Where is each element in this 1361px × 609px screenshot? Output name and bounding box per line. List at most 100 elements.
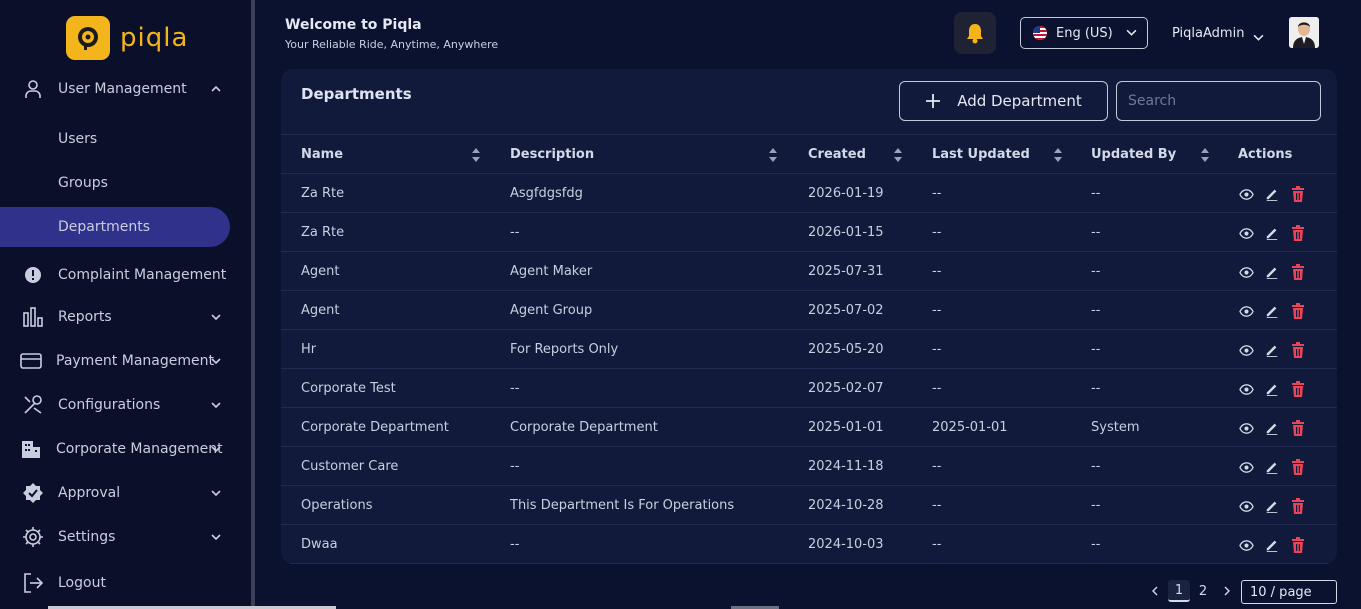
trash-icon[interactable] (1290, 264, 1306, 280)
nav-label: Settings (58, 529, 116, 545)
cell-name: Dwaa (301, 537, 338, 552)
trash-icon[interactable] (1290, 537, 1306, 553)
eye-icon[interactable] (1238, 459, 1254, 475)
badge-check-icon (22, 482, 44, 504)
avatar[interactable] (1289, 17, 1319, 48)
next-page-button[interactable] (1216, 580, 1238, 602)
eye-icon[interactable] (1238, 498, 1254, 514)
trash-icon[interactable] (1290, 498, 1306, 514)
nav-payment-management[interactable]: Payment Management (0, 343, 252, 379)
sidebar-item-users[interactable]: Users (0, 119, 230, 159)
column-header-description[interactable]: Description (510, 135, 594, 174)
page-2-button[interactable]: 2 (1192, 580, 1214, 602)
cell-name: Customer Care (301, 459, 399, 474)
trash-icon[interactable] (1290, 186, 1306, 202)
add-department-button[interactable]: Add Department (899, 81, 1108, 121)
page-size-select[interactable]: 10 / page (1241, 580, 1337, 604)
nav-settings[interactable]: Settings (0, 519, 252, 555)
cell-last-updated: -- (932, 537, 942, 552)
eye-icon[interactable] (1238, 264, 1254, 280)
nav-configurations[interactable]: Configurations (0, 387, 252, 423)
table-row: Za Rte -- 2026-01-15 -- -- (281, 213, 1337, 252)
trash-icon[interactable] (1290, 420, 1306, 436)
cell-updated-by: -- (1091, 186, 1101, 201)
cell-last-updated: -- (932, 498, 942, 513)
cell-description: -- (510, 459, 520, 474)
eye-icon[interactable] (1238, 303, 1254, 319)
chevron-left-icon (1152, 586, 1158, 596)
eye-icon[interactable] (1238, 186, 1254, 202)
cell-description: -- (510, 225, 520, 240)
sort-icon[interactable] (1200, 147, 1210, 163)
eye-icon[interactable] (1238, 537, 1254, 553)
cell-last-updated: -- (932, 225, 942, 240)
cell-last-updated: -- (932, 186, 942, 201)
logout-icon (22, 572, 44, 594)
trash-icon[interactable] (1290, 303, 1306, 319)
sidebar-item-departments[interactable]: Departments (0, 207, 230, 247)
sort-icon[interactable] (1053, 147, 1063, 163)
nav-reports[interactable]: Reports (0, 299, 252, 335)
cell-name: Za Rte (301, 186, 345, 201)
table-row: Corporate Department Corporate Department… (281, 408, 1337, 447)
pencil-icon[interactable] (1264, 498, 1280, 514)
trash-icon[interactable] (1290, 225, 1306, 241)
eye-icon[interactable] (1238, 381, 1254, 397)
language-select[interactable]: Eng (US) (1020, 17, 1148, 49)
pencil-icon[interactable] (1264, 342, 1280, 358)
nav-label: Complaint Management (58, 267, 227, 283)
trash-icon[interactable] (1290, 459, 1306, 475)
nav-approval[interactable]: Approval (0, 475, 252, 511)
search-input[interactable] (1116, 81, 1321, 121)
page-1-button[interactable]: 1 (1168, 580, 1190, 602)
sort-icon[interactable] (893, 147, 903, 163)
prev-page-button[interactable] (1144, 580, 1166, 602)
cell-created: 2026-01-19 (808, 186, 884, 201)
pencil-icon[interactable] (1264, 303, 1280, 319)
column-header-actions: Actions (1238, 147, 1293, 162)
trash-icon[interactable] (1290, 381, 1306, 397)
sidebar-item-groups[interactable]: Groups (0, 163, 230, 203)
column-header-created[interactable]: Created (808, 135, 866, 174)
cell-updated-by: -- (1091, 498, 1101, 513)
cell-description: Agent Group (510, 303, 593, 318)
nav-corporate-management[interactable]: Corporate Management (0, 431, 252, 467)
table-header: Name Description Created Last Updated Up… (281, 134, 1337, 174)
nav-user-management[interactable]: User Management (0, 71, 252, 107)
column-header-name[interactable]: Name (301, 135, 343, 174)
column-header-last-updated[interactable]: Last Updated (932, 135, 1030, 174)
cell-created: 2025-07-31 (808, 264, 884, 279)
eye-icon[interactable] (1238, 420, 1254, 436)
eye-icon[interactable] (1238, 225, 1254, 241)
nav-logout[interactable]: Logout (0, 565, 252, 601)
gear-icon (22, 526, 44, 548)
pencil-icon[interactable] (1264, 381, 1280, 397)
user-menu[interactable]: PiqlaAdmin (1172, 26, 1244, 41)
trash-icon[interactable] (1290, 342, 1306, 358)
nav-complaint-management[interactable]: Complaint Management (0, 257, 252, 293)
pencil-icon[interactable] (1264, 225, 1280, 241)
pencil-icon[interactable] (1264, 264, 1280, 280)
departments-card: Departments Add Department Name Descript… (281, 69, 1337, 564)
sort-icon[interactable] (768, 147, 778, 163)
cell-created: 2025-01-01 (808, 420, 884, 435)
cell-updated-by: -- (1091, 381, 1101, 396)
notification-button[interactable] (954, 12, 996, 54)
chevron-down-icon[interactable] (1253, 28, 1264, 47)
chevron-down-icon (210, 311, 222, 323)
sort-icon[interactable] (471, 147, 481, 163)
pencil-icon[interactable] (1264, 420, 1280, 436)
cell-created: 2025-07-02 (808, 303, 884, 318)
header-title: Welcome to Piqla (285, 17, 422, 33)
logo-icon (66, 16, 110, 60)
pencil-icon[interactable] (1264, 459, 1280, 475)
chevron-right-icon (1224, 586, 1230, 596)
eye-icon[interactable] (1238, 342, 1254, 358)
sidebar-divider[interactable] (251, 0, 255, 609)
add-department-label: Add Department (957, 92, 1082, 110)
column-header-updated-by[interactable]: Updated By (1091, 135, 1176, 174)
pencil-icon[interactable] (1264, 537, 1280, 553)
cell-name: Hr (301, 342, 317, 357)
pencil-icon[interactable] (1264, 186, 1280, 202)
cell-updated-by: System (1091, 420, 1140, 435)
